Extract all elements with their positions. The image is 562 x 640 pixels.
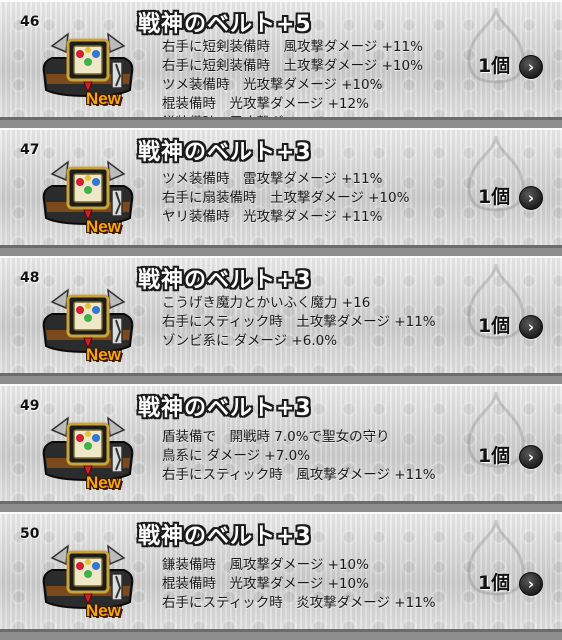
item-name: 戦神のベルト+3 — [138, 396, 312, 421]
quantity-label: 1個 — [478, 572, 511, 594]
quantity-label: 1個 — [478, 186, 511, 208]
item-row[interactable]: 46 New 戦神のベルト+5 右手に短剣装備時 風攻撃ダメージ +11% 右手に… — [0, 0, 562, 120]
effects-list: 右手に短剣装備時 風攻撃ダメージ +11% 右手に短剣装備時 土攻撃ダメージ +1… — [162, 38, 423, 117]
item-number: 48 — [20, 270, 40, 286]
quantity-label: 1個 — [478, 445, 511, 467]
effect-line: こうげき魔力とかいふく魔力 +16 — [162, 295, 371, 311]
effect-line: 右手にスティック時 炎攻撃ダメージ +11% — [162, 595, 436, 611]
effect-line: 棍装備時 光攻撃ダメージ +10% — [162, 576, 369, 592]
effect-line: 盾装備で 開戦時 7.0%で聖女の守り — [162, 429, 390, 445]
item-row[interactable]: 50 New 戦神のベルト+3 鎌装備時 風攻撃ダメージ +10% 棍装備時 光攻… — [0, 512, 562, 632]
item-name: 戦神のベルト+3 — [138, 140, 312, 165]
item-row[interactable]: 48 New 戦神のベルト+3 こうげき魔力とかいふく魔力 +16 右手にスティッ… — [0, 256, 562, 376]
effects-list: ツメ装備時 雷攻撃ダメージ +11% 右手に扇装備時 土攻撃ダメージ +10% ヤリ… — [162, 170, 409, 227]
item-row[interactable]: 47 New 戦神のベルト+3 ツメ装備時 雷攻撃ダメージ +11% 右手に扇装備… — [0, 128, 562, 248]
new-badge: New — [86, 345, 121, 364]
effect-line: ゾンビ系に ダメージ +6.0% — [162, 333, 338, 349]
effect-line: 棍装備時 光攻撃ダメージ +12% — [162, 96, 369, 112]
item-number: 50 — [20, 526, 40, 542]
new-badge: New — [86, 601, 121, 620]
new-badge: New — [86, 473, 121, 492]
effect-line: 右手にスティック時 風攻撃ダメージ +11% — [162, 467, 436, 483]
effects-list: 鎌装備時 風攻撃ダメージ +10% 棍装備時 光攻撃ダメージ +10% 右手にスティ… — [162, 556, 436, 613]
item-name: 戦神のベルト+3 — [138, 268, 312, 293]
effect-line: ツメ装備時 光攻撃ダメージ +10% — [162, 77, 383, 93]
item-name: 戦神のベルト+3 — [138, 524, 312, 549]
effect-line: 右手に短剣装備時 風攻撃ダメージ +11% — [162, 39, 423, 55]
detail-arrow-button[interactable]: › — [519, 55, 543, 79]
quantity-label: 1個 — [478, 55, 511, 77]
effects-list: 盾装備で 開戦時 7.0%で聖女の守り 鳥系に ダメージ +7.0% 右手にスティッ… — [162, 428, 436, 485]
item-name: 戦神のベルト+5 — [138, 12, 312, 37]
detail-arrow-button[interactable]: › — [519, 572, 543, 596]
quantity-label: 1個 — [478, 315, 511, 337]
new-badge: New — [86, 217, 121, 236]
effect-line: 鎌装備時 雷攻撃ダメージ +10% — [162, 114, 423, 117]
item-number: 47 — [20, 142, 40, 158]
effect-line: 右手に短剣装備時 土攻撃ダメージ +10% — [162, 58, 423, 74]
item-row[interactable]: 49 New 戦神のベルト+3 盾装備で 開戦時 7.0%で聖女の守り 鳥系に ダ… — [0, 384, 562, 504]
detail-arrow-button[interactable]: › — [519, 315, 543, 339]
effect-line: ヤリ装備時 光攻撃ダメージ +11% — [162, 209, 383, 225]
item-list: 46 New 戦神のベルト+5 右手に短剣装備時 風攻撃ダメージ +11% 右手に… — [0, 0, 562, 640]
item-number: 46 — [20, 14, 40, 30]
item-number: 49 — [20, 398, 40, 414]
effect-line: 鎌装備時 風攻撃ダメージ +10% — [162, 557, 369, 573]
effects-list: こうげき魔力とかいふく魔力 +16 右手にスティック時 土攻撃ダメージ +11% ゾ… — [162, 294, 436, 351]
effect-line: 右手にスティック時 土攻撃ダメージ +11% — [162, 314, 436, 330]
new-badge: New — [86, 89, 121, 108]
detail-arrow-button[interactable]: › — [519, 445, 543, 469]
effect-line: ツメ装備時 雷攻撃ダメージ +11% — [162, 171, 383, 187]
effect-line: 右手に扇装備時 土攻撃ダメージ +10% — [162, 190, 410, 206]
detail-arrow-button[interactable]: › — [519, 186, 543, 210]
effect-line: 鳥系に ダメージ +7.0% — [162, 448, 311, 464]
